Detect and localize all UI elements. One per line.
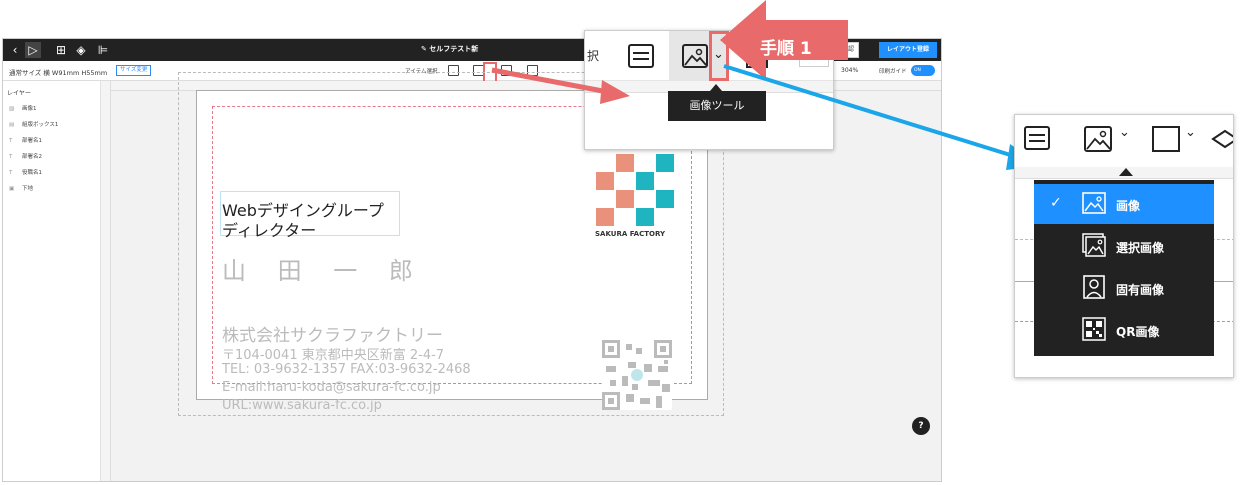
layers-icon[interactable]: ◈ (73, 42, 89, 58)
layer-tool-icon[interactable] (1211, 125, 1234, 153)
text-box-tool-icon[interactable] (1023, 125, 1051, 151)
size-label: 通常サイズ 横 W91mm H55mm (9, 69, 108, 77)
text-icon: T (9, 138, 13, 144)
layer-item[interactable]: ▨ 画像1 (9, 105, 37, 114)
shape-tool-icon[interactable] (1151, 125, 1181, 153)
company-logo[interactable] (596, 154, 674, 226)
phone[interactable]: TEL: 03-9632-1357 FAX:03-9632-2468 (222, 362, 471, 377)
qr-icon (1082, 317, 1106, 341)
menu-item-image[interactable]: ✓ 画像 (1034, 184, 1214, 224)
person-name[interactable]: 山 田 一 郎 (222, 251, 425, 286)
background-icon: ▣ (9, 186, 15, 192)
align-icon[interactable]: ⊫ (95, 42, 111, 58)
layer-item[interactable]: T 役職名1 (9, 169, 42, 178)
logo-text: SAKURA FACTORY (595, 230, 666, 238)
connector-arrow-red (491, 67, 630, 104)
image-tool-icon[interactable] (1083, 125, 1113, 153)
image-type-menu: ✓ 画像 選択画像 固有画像 QR画像 (1034, 180, 1214, 356)
chevron-down-icon[interactable]: ⌄ (1185, 125, 1196, 140)
menu-item-qr-image[interactable]: QR画像 (1034, 310, 1214, 350)
text-icon: T (9, 154, 13, 160)
layer-item[interactable]: T 部署名1 (9, 137, 42, 146)
menu-item-selected-image[interactable]: 選択画像 (1034, 226, 1214, 266)
help-button[interactable]: ? (912, 417, 930, 435)
person-image-icon (1083, 275, 1105, 299)
dept-line2[interactable]: ディレクター (222, 217, 316, 241)
image-icon (1082, 192, 1106, 214)
grid-icon[interactable]: ⊞ (53, 42, 69, 58)
layer-item[interactable]: ▣ 下地 (9, 185, 33, 194)
menu-item-person-image[interactable]: 固有画像 (1034, 268, 1214, 308)
image-icon: ▨ (9, 106, 15, 112)
select-tool-icon[interactable]: ▷ (25, 42, 41, 58)
layer-panel: レイヤー ▨ 画像1 ▤ 組版ボックス1 T 部署名1 T 部署名2 T 役職名1 ▣ 下地 (3, 81, 101, 481)
text-box-icon: ▤ (9, 122, 15, 128)
register-layout-button[interactable]: レイアウト登録 (879, 42, 938, 58)
image-icon (682, 44, 708, 68)
text-icon: T (9, 170, 13, 176)
layer-panel-heading: レイヤー (7, 90, 31, 97)
email[interactable]: E-mail:haru-koda@sakura-fc.co.jp (222, 380, 441, 395)
selected-image-icon (1082, 233, 1106, 257)
size-change-button[interactable]: サイズ変更 (116, 65, 152, 76)
step-label: 手順 1 (760, 39, 812, 59)
connector-arrow-blue (723, 64, 1042, 170)
menu-pointer (1119, 168, 1133, 176)
url[interactable]: URL:www.sakura-fc.co.jp (222, 398, 382, 413)
layer-item[interactable]: T 部署名2 (9, 153, 42, 162)
back-icon[interactable]: ‹ (7, 42, 23, 58)
layer-item[interactable]: ▤ 組版ボックス1 (9, 121, 58, 130)
chevron-down-icon[interactable]: ⌄ (1119, 125, 1130, 140)
check-icon: ✓ (1050, 195, 1062, 211)
document-title[interactable]: ✎ セルフテスト新 (421, 44, 478, 54)
vertical-ruler (101, 81, 111, 481)
qr-code[interactable] (602, 340, 672, 410)
address[interactable]: 〒104-0041 東京都中央区新富 2-4-7 (222, 344, 444, 363)
company-name[interactable]: 株式会社サクラファクトリー (222, 321, 443, 346)
